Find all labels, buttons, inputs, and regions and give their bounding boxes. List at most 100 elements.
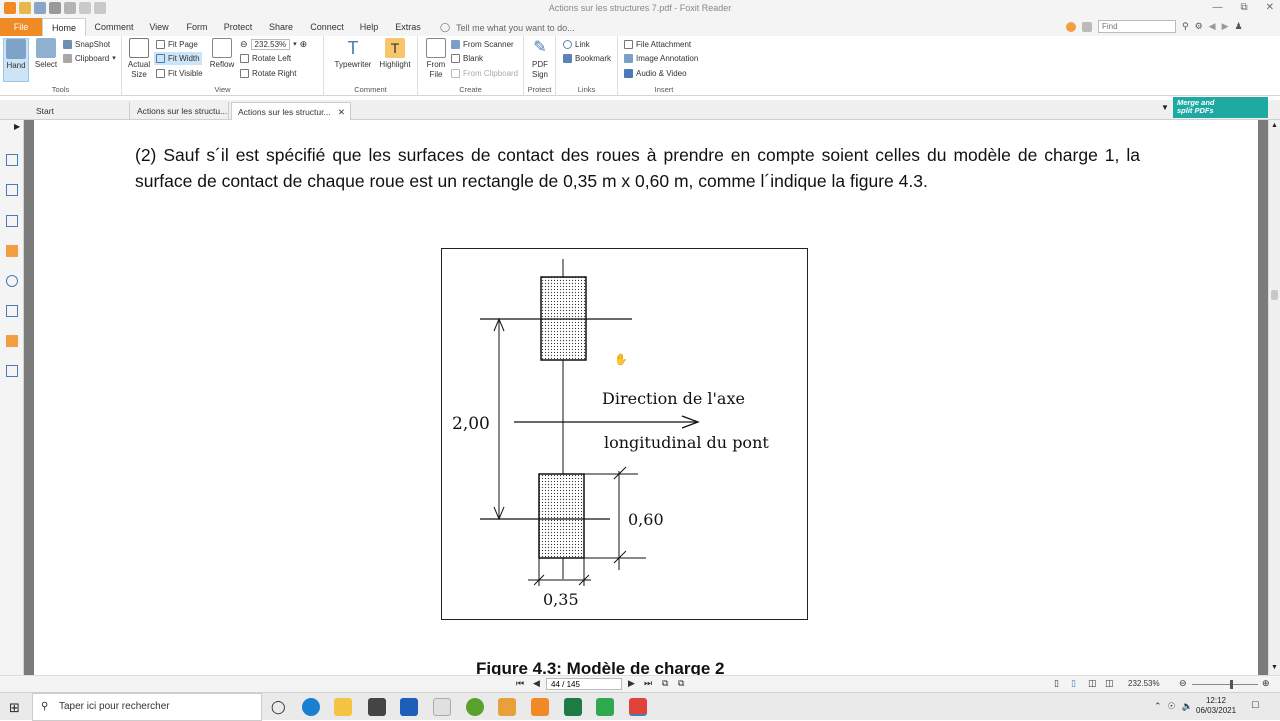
single-page-icon[interactable]: ▯: [1054, 678, 1059, 689]
excel-icon[interactable]: [564, 698, 582, 716]
select-button[interactable]: Select: [32, 38, 60, 70]
tabs-dropdown-icon[interactable]: ▼: [1161, 103, 1169, 112]
windows-start-icon[interactable]: ⊞: [9, 700, 20, 716]
tab-help[interactable]: Help: [354, 18, 384, 36]
tab-document-2[interactable]: Actions sur les structur... ✕: [231, 102, 351, 120]
continuous-facing-icon[interactable]: ◫: [1105, 678, 1114, 689]
skin-icon[interactable]: [1082, 21, 1092, 32]
expand-panel-icon[interactable]: ▶: [14, 122, 20, 131]
zoom-slider[interactable]: [1192, 684, 1258, 685]
continuous-page-icon[interactable]: ▯: [1071, 678, 1076, 689]
zoom-in-icon[interactable]: ⊕: [300, 38, 308, 51]
blank-button[interactable]: Blank: [451, 52, 483, 65]
notification-icon[interactable]: [1066, 21, 1076, 32]
merge-split-banner[interactable]: Merge and split PDFs: [1173, 97, 1268, 118]
tell-me-box[interactable]: ◯ Tell me what you want to do...: [440, 22, 575, 33]
zoom-slider-thumb[interactable]: [1230, 680, 1233, 689]
file-attachment-button[interactable]: File Attachment: [624, 38, 691, 51]
last-page-icon[interactable]: ⏭: [644, 678, 652, 689]
document-app-icon[interactable]: [433, 698, 451, 716]
gear-icon[interactable]: ⚙: [1195, 21, 1203, 32]
status-zoom-in-icon[interactable]: ⊕: [1262, 678, 1270, 689]
link-button[interactable]: Link: [563, 38, 590, 51]
tab-view[interactable]: View: [142, 18, 176, 36]
from-scanner-button[interactable]: From Scanner: [451, 38, 514, 51]
attachments-panel-icon[interactable]: [6, 275, 18, 287]
first-page-icon[interactable]: ⏮: [516, 678, 524, 689]
signature-panel-icon[interactable]: [6, 305, 18, 317]
file-explorer-icon[interactable]: [334, 698, 352, 716]
status-zoom-out-icon[interactable]: ⊖: [1179, 678, 1187, 689]
bookmark-button[interactable]: Bookmark: [563, 52, 611, 65]
close-tab-icon[interactable]: ✕: [338, 103, 345, 121]
tray-chevron-icon[interactable]: ⌃: [1154, 701, 1162, 712]
store-icon[interactable]: [368, 698, 386, 716]
rotate-right-button[interactable]: Rotate Right: [240, 67, 296, 80]
app-orange-icon[interactable]: [531, 698, 549, 716]
network-icon[interactable]: ☉: [1168, 701, 1176, 712]
volume-icon[interactable]: 🔈: [1182, 701, 1193, 712]
pages-panel-icon[interactable]: [6, 184, 18, 196]
content-panel-icon[interactable]: [6, 365, 18, 377]
forward-icon[interactable]: ▶: [1222, 21, 1229, 32]
scroll-up-icon[interactable]: ▲: [1271, 122, 1278, 129]
tab-form[interactable]: Form: [180, 18, 214, 36]
scroll-down-icon[interactable]: ▼: [1271, 664, 1278, 671]
back-icon[interactable]: ◀: [1209, 21, 1216, 32]
snapshot-button[interactable]: SnapShot: [63, 38, 110, 51]
app-green-icon[interactable]: [596, 698, 614, 716]
typewriter-button[interactable]: T Typewriter: [332, 38, 374, 70]
user-icon[interactable]: ♟: [1235, 21, 1243, 32]
foxit-taskbar-icon[interactable]: [629, 698, 647, 716]
edge-icon[interactable]: [302, 698, 320, 716]
image-annotation-button[interactable]: Image Annotation: [624, 52, 698, 65]
restore-icon[interactable]: ⧉: [1240, 2, 1247, 13]
zoom-dropdown-icon[interactable]: ▾: [293, 38, 297, 51]
page-number-input[interactable]: [546, 678, 622, 690]
scroll-thumb[interactable]: [1271, 290, 1278, 300]
copy-page-icon[interactable]: ⧉: [662, 678, 668, 689]
rotate-left-button[interactable]: Rotate Left: [240, 52, 291, 65]
task-view-icon[interactable]: ◯: [271, 699, 286, 715]
clipboard-button[interactable]: Clipboard ▾: [63, 52, 116, 65]
document-view[interactable]: (2) Sauf s´il est spécifié que les surfa…: [24, 120, 1268, 675]
from-file-button[interactable]: From File: [422, 38, 450, 80]
paste-page-icon[interactable]: ⧉: [678, 678, 684, 689]
fit-visible-button[interactable]: Fit Visible: [156, 67, 203, 80]
reflow-button[interactable]: Reflow: [208, 38, 236, 70]
tab-file[interactable]: File: [0, 18, 42, 36]
search-icon[interactable]: ⚲: [1182, 21, 1189, 32]
vertical-scrollbar[interactable]: ▲ ▼: [1268, 120, 1280, 675]
hand-button[interactable]: Hand: [3, 38, 29, 82]
facing-page-icon[interactable]: ◫: [1088, 678, 1097, 689]
previous-page-icon[interactable]: ◀: [533, 678, 540, 689]
tab-start[interactable]: Start: [30, 102, 130, 120]
fit-page-button[interactable]: Fit Page: [156, 38, 198, 51]
tab-share[interactable]: Share: [264, 18, 298, 36]
utorrent-icon[interactable]: [466, 698, 484, 716]
layers-panel-icon[interactable]: [6, 215, 18, 227]
pdf-sign-button[interactable]: ✎ PDF Sign: [526, 38, 554, 80]
security-panel-icon[interactable]: [6, 335, 18, 347]
taskbar-search[interactable]: ⚲ Taper ici pour rechercher: [32, 693, 262, 721]
app-r-icon[interactable]: [498, 698, 516, 716]
fit-width-button[interactable]: Fit Width: [154, 52, 202, 65]
bookmarks-panel-icon[interactable]: [6, 154, 18, 166]
close-icon[interactable]: ✕: [1266, 2, 1274, 13]
highlight-button[interactable]: T Highlight: [376, 38, 414, 70]
find-input[interactable]: [1098, 20, 1176, 33]
zoom-value[interactable]: 232.53%: [250, 39, 291, 50]
tab-comment[interactable]: Comment: [92, 18, 136, 36]
mail-icon[interactable]: [400, 698, 418, 716]
actual-size-button[interactable]: Actual Size: [125, 38, 153, 80]
minimize-icon[interactable]: —: [1212, 2, 1222, 13]
tab-connect[interactable]: Connect: [306, 18, 348, 36]
tab-protect[interactable]: Protect: [218, 18, 258, 36]
audio-video-button[interactable]: Audio & Video: [624, 67, 687, 80]
notifications-icon[interactable]: □: [1252, 699, 1259, 711]
next-page-icon[interactable]: ▶: [628, 678, 635, 689]
zoom-out-icon[interactable]: ⊖: [240, 38, 248, 51]
from-clipboard-button[interactable]: From Clipboard: [451, 67, 518, 80]
tab-home[interactable]: Home: [42, 18, 86, 36]
comments-panel-icon[interactable]: [6, 245, 18, 257]
